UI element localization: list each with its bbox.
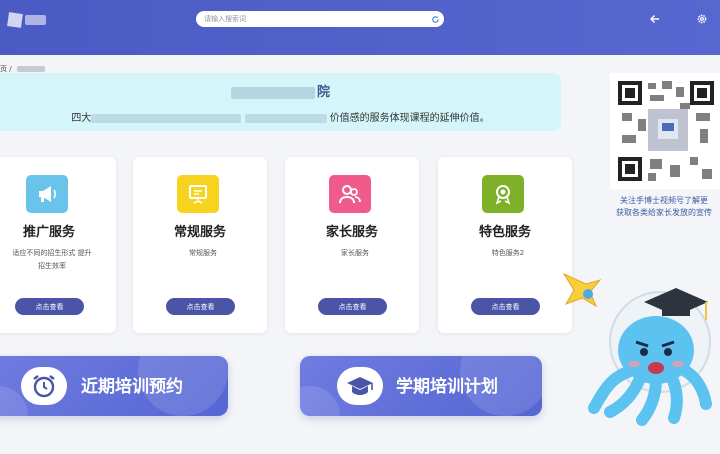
card-description: 常规服务	[189, 249, 217, 257]
service-card-regular[interactable]: 常规服务 常规服务 点击查看	[133, 157, 267, 333]
card-title: 特色服务	[478, 225, 531, 240]
award-ribbon-icon	[482, 175, 524, 213]
view-details-button[interactable]: 点击查看	[15, 298, 84, 315]
card-title: 常规服务	[173, 225, 226, 240]
search-bar[interactable]: 请输入搜索词	[196, 11, 444, 27]
octopus-mascot-illustration	[556, 268, 720, 450]
megaphone-icon	[26, 175, 68, 213]
view-details-button[interactable]: 点击查看	[166, 298, 235, 315]
alarm-clock-icon	[21, 367, 67, 405]
card-title: 家长服务	[325, 225, 378, 240]
button-label: 学期培训计划	[396, 377, 498, 397]
intro-banner: 院 四大 价值感的服务体现课程的延伸价值。	[0, 73, 561, 131]
view-details-button[interactable]: 点击查看	[471, 298, 540, 315]
top-header: 请输入搜索词	[0, 0, 720, 55]
qr-caption-line1: 关注手博士视频号了解更	[620, 196, 708, 205]
banner-desc-end: 价值感的服务体现课程的延伸价值。	[329, 113, 490, 124]
search-input[interactable]: 请输入搜索词	[204, 14, 428, 24]
card-description: 家长服务	[341, 249, 369, 257]
qr-code	[610, 73, 720, 189]
banner-title-suffix: 院	[316, 85, 330, 100]
service-card-promotion[interactable]: 推广服务 适应不同的招生形式 提升招生效率 点击查看	[0, 157, 116, 333]
view-details-button[interactable]: 点击查看	[318, 298, 387, 315]
breadcrumb-current-blurred	[16, 66, 45, 72]
banner-desc-start: 四大	[71, 113, 92, 124]
breadcrumb-separator: /	[9, 65, 12, 73]
breadcrumb-home[interactable]: 页	[0, 65, 7, 73]
banner-title: 院	[0, 81, 561, 100]
search-icon[interactable]	[428, 12, 442, 26]
presentation-board-icon	[177, 175, 219, 213]
card-title: 推广服务	[22, 225, 75, 240]
card-description: 适应不同的招生形式 提升招生效率	[12, 249, 92, 270]
gear-icon[interactable]	[695, 12, 709, 26]
recent-training-booking-button[interactable]: 近期培训预约	[0, 356, 228, 416]
term-training-plan-button[interactable]: 学期培训计划	[300, 356, 542, 416]
qr-caption-line2: 获取各类给家长发放的宣传	[616, 208, 712, 217]
button-label: 近期培训预约	[81, 377, 183, 397]
banner-description: 四大 价值感的服务体现课程的延伸价值。	[0, 109, 561, 124]
service-card-feature[interactable]: 特色服务 特色服务2 点击查看	[438, 157, 572, 333]
qr-caption: 关注手博士视频号了解更 获取各类给家长发放的宣传	[608, 195, 720, 219]
back-arrow-icon[interactable]	[648, 12, 662, 26]
logo[interactable]	[7, 8, 46, 32]
users-icon	[329, 175, 371, 213]
card-description: 特色服务2	[491, 249, 525, 257]
graduation-cap-icon	[337, 367, 383, 405]
service-card-parent[interactable]: 家长服务 家长服务 点击查看	[285, 157, 419, 333]
